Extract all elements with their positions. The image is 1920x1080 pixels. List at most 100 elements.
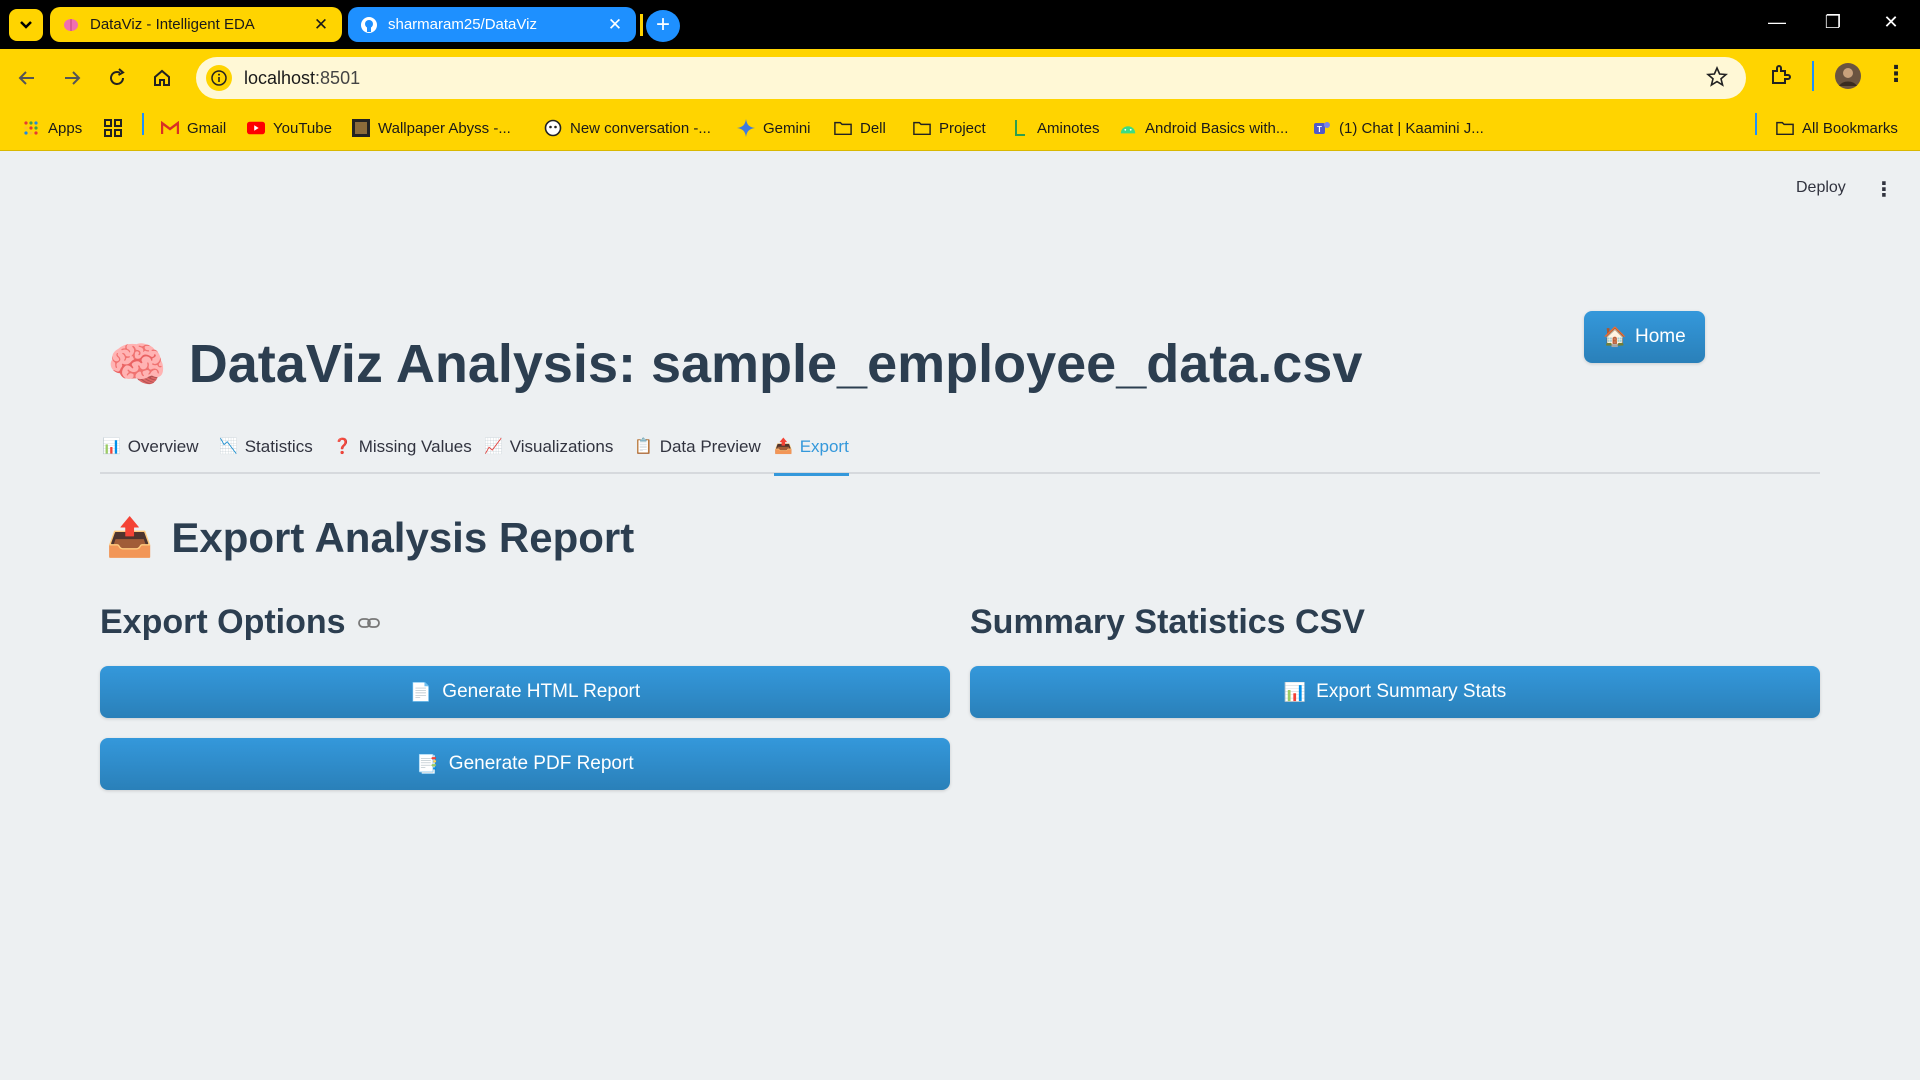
tab-search-button[interactable] (9, 9, 43, 41)
folder-icon (834, 119, 852, 137)
close-icon[interactable]: ✕ (606, 15, 624, 35)
export-options-title: Export Options (100, 603, 346, 641)
bookmark-all-bookmarks[interactable]: All Bookmarks (1776, 119, 1898, 137)
browser-tab-title: sharmaram25/DataViz (388, 16, 537, 33)
brain-icon (62, 16, 80, 34)
bookmark-star-icon[interactable] (1706, 65, 1728, 93)
extensions-icon[interactable] (1768, 63, 1792, 92)
bookmark-label: Wallpaper Abyss -... (378, 119, 511, 137)
bookmark-folder-dell[interactable]: Dell (834, 119, 886, 137)
summary-csv-heading: Summary Statistics CSV (970, 603, 1365, 642)
home-icon[interactable] (147, 63, 177, 93)
tab-statistics[interactable]: 📉 Statistics (219, 437, 313, 474)
chevron-down-icon (20, 21, 32, 29)
gemini-icon (737, 119, 755, 137)
bookmark-label: Project (939, 119, 986, 137)
address-bar[interactable]: localhost:8501 (196, 57, 1746, 99)
bookmark-gmail[interactable]: Gmail (161, 119, 226, 137)
home-button-label: Home (1634, 326, 1686, 347)
brain-icon: 🧠 (107, 338, 167, 392)
reload-icon[interactable] (102, 63, 132, 93)
tab-overview[interactable]: 📊 Overview (102, 437, 199, 474)
bookmark-label: Aminotes (1037, 119, 1100, 137)
forward-arrow-icon[interactable] (57, 63, 87, 93)
browser-tab-dataviz[interactable]: DataViz - Intelligent EDA ✕ (50, 7, 342, 42)
bookmark-apps[interactable]: Apps (22, 119, 82, 137)
generate-pdf-report-button[interactable]: 📑 Generate PDF Report (100, 738, 950, 790)
bookmark-label: Gemini (763, 119, 811, 137)
tab-export[interactable]: 📤 Export (774, 437, 849, 476)
analysis-tabs: 📊 Overview 📉 Statistics ❓ Missing Values… (100, 429, 1820, 476)
bookmark-android-basics[interactable]: Android Basics with... (1119, 119, 1288, 137)
tab-missing-values[interactable]: ❓ Missing Values (333, 437, 472, 474)
generate-html-report-button[interactable]: 📄 Generate HTML Report (100, 666, 950, 718)
browser-tab-title: DataViz - Intelligent EDA (90, 16, 255, 33)
document-icon: 📄 (409, 681, 433, 702)
browser-tabstrip: DataViz - Intelligent EDA ✕ sharmaram25/… (0, 0, 1920, 49)
deploy-button[interactable]: Deploy (1796, 179, 1846, 197)
app-menu-icon[interactable]: ⋮ (1874, 177, 1894, 202)
bookmark-youtube[interactable]: YouTube (247, 119, 332, 137)
url-port: :8501 (315, 67, 361, 88)
folder-icon (913, 119, 931, 137)
trend-up-icon: 📈 (484, 438, 503, 455)
outbox-icon: 📤 (106, 517, 154, 559)
bookmark-label: Android Basics with... (1145, 119, 1289, 137)
tab-visualizations[interactable]: 📈 Visualizations (484, 437, 613, 474)
android-icon (1119, 119, 1137, 137)
bar-chart-icon: 📊 (102, 438, 121, 455)
window-close-icon[interactable]: ✕ (1876, 12, 1906, 33)
summary-csv-title: Summary Statistics CSV (970, 603, 1365, 641)
bookmark-new-conversation[interactable]: New conversation -... (544, 119, 711, 137)
tab-label: Export (799, 437, 849, 456)
tab-label: Data Preview (659, 437, 761, 456)
bookmarks-bar: Apps Gmail YouTube Wallpaper Abyss -... … (0, 108, 1920, 151)
svg-text:T: T (1317, 125, 1322, 134)
url-text: localhost:8501 (244, 68, 360, 89)
bar-chart-icon: 📊 (1283, 681, 1307, 702)
profile-avatar[interactable] (1834, 62, 1862, 95)
gmail-icon (161, 119, 179, 137)
teams-icon: T (1313, 119, 1331, 137)
home-button[interactable]: 🏠 Home (1584, 311, 1705, 363)
restore-icon[interactable]: ❐ (1818, 12, 1848, 33)
export-options-heading: Export Options (100, 603, 380, 642)
bookmark-divider (142, 113, 144, 135)
site-info-icon[interactable] (206, 65, 232, 91)
button-label: Generate HTML Report (442, 681, 641, 702)
bookmark-aminotes[interactable]: Aminotes (1011, 119, 1100, 137)
browser-menu-icon[interactable]: ⋮ (1885, 61, 1907, 87)
house-icon: 🏠 (1603, 327, 1627, 348)
button-label: Export Summary Stats (1316, 681, 1507, 702)
tab-label: Overview (127, 437, 199, 456)
minimize-icon[interactable]: — (1762, 12, 1792, 33)
tab-divider (640, 14, 643, 36)
outbox-icon: 📤 (774, 438, 793, 455)
tab-label: Statistics (244, 437, 313, 456)
new-tab-button[interactable]: + (646, 10, 680, 42)
link-icon[interactable] (357, 610, 380, 636)
bookmark-divider (1755, 113, 1757, 135)
apps-grid-icon (22, 119, 40, 137)
folder-icon (1776, 119, 1794, 137)
browser-tab-github[interactable]: sharmaram25/DataViz ✕ (348, 7, 636, 42)
page-title-text: DataViz Analysis: sample_employee_data.c… (188, 334, 1363, 394)
aminotes-icon (1011, 119, 1029, 137)
back-arrow-icon[interactable] (12, 63, 42, 93)
bookmark-grid[interactable] (104, 119, 130, 137)
bookmark-teams-chat[interactable]: T (1) Chat | Kaamini J... (1313, 119, 1484, 137)
pdf-document-icon: 📑 (416, 753, 439, 774)
bookmark-label: Dell (860, 119, 886, 137)
wallpaper-icon (352, 119, 370, 137)
tab-data-preview[interactable]: 📋 Data Preview (634, 437, 761, 474)
bookmark-label: New conversation -... (570, 119, 711, 137)
bookmark-gemini[interactable]: Gemini (737, 119, 811, 137)
button-label: Generate PDF Report (448, 753, 634, 774)
bookmark-label: YouTube (273, 119, 332, 137)
bookmark-folder-project[interactable]: Project (913, 119, 986, 137)
export-summary-stats-button[interactable]: 📊 Export Summary Stats (970, 666, 1820, 718)
close-icon[interactable]: ✕ (312, 15, 330, 35)
tab-label: Visualizations (509, 437, 614, 456)
grid-icon (104, 119, 122, 137)
bookmark-wallpaper-abyss[interactable]: Wallpaper Abyss -... (352, 119, 511, 137)
